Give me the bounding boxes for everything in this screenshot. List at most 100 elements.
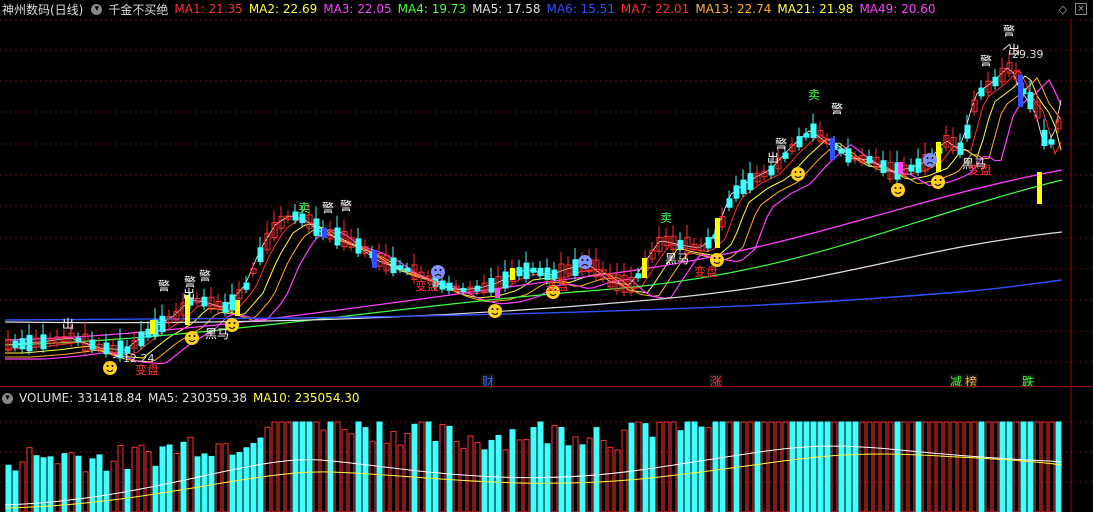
volume-ma5: MA5: 230359.38 [148,391,247,405]
candle [978,87,985,97]
volume-bar [999,421,1006,512]
volume-bar [642,423,649,512]
volume-bar [887,421,894,512]
volume-bar [516,439,523,512]
volume-bar [684,421,691,512]
candle [572,259,579,276]
volume-bar [789,421,796,512]
ma-label-0: MA1: 21.35 [174,2,243,16]
ma-label-6: MA7: 22.01 [620,2,690,16]
candle [12,340,19,349]
volume-bar [117,444,124,512]
volume-bar [691,421,698,512]
candle [159,315,166,333]
volume-bar [908,421,915,512]
volume-bar [866,421,873,512]
candle [404,267,411,272]
ma-line [5,69,1062,355]
volume-bar [831,421,838,512]
volume-bar [649,436,656,512]
close-icon[interactable]: × [1075,3,1087,15]
volume-bar [173,452,180,512]
volume-bar [439,424,446,512]
volume-bar [257,437,264,512]
candle [257,247,264,263]
volume-bar [26,447,33,512]
volume-bar [901,421,908,512]
volume-bar [61,453,68,512]
volume-bar [824,421,831,512]
volume-dropdown-icon[interactable]: ▾ [2,392,13,404]
volume-bar [530,427,537,512]
volume-bar [957,421,964,512]
sad-face-icon [923,153,937,167]
volume-bar [852,421,859,512]
main-header: 神州数码(日线) ▾ 千金不买绝 MA1: 21.35 MA2: 22.69 MA3… [0,0,1093,18]
volume-bar [775,421,782,512]
candle [488,278,495,293]
kline-chart[interactable]: 警警警警 警警警警警卖卖卖出出出出黑马黑马黑马变盘变盘 变盘变盘变盘29.3912.… [0,0,1093,512]
volume-bar [481,449,488,512]
volume-bar [859,421,866,512]
candle [880,160,887,173]
out-marker: 出 [62,317,74,331]
candle [460,287,467,292]
volume-bar [1013,421,1020,512]
candle [908,164,915,172]
volume-bar [222,443,229,512]
candle [866,156,873,164]
volume-bar [509,429,516,512]
candle [75,337,82,343]
ma-label-1: MA2: 22.69 [248,2,318,16]
volume-bar [383,442,390,512]
volume-bar [943,421,950,512]
volume-bar [635,421,642,512]
black-horse-marker: 黑马 [665,252,689,266]
candle [747,173,754,190]
smiley-icon [103,361,117,375]
volume-bar [110,460,117,512]
candle [768,165,775,176]
candle [397,265,404,270]
volume-bar [152,465,159,512]
dropdown-icon[interactable]: ▾ [91,3,103,15]
volume-bar [103,470,110,512]
volume-bar [320,429,327,512]
volume-bar [285,421,292,512]
indicator-name[interactable]: 千金不买绝 [108,1,168,18]
volume-bar [712,421,719,512]
warn-marker: 警 [340,198,352,213]
volume-bar [894,421,901,512]
candle [1027,92,1034,110]
candle [838,148,845,154]
volume-bar [747,421,754,512]
volume-bar [54,463,61,512]
black-horse-marker: 黑马 [205,327,229,341]
volume-bar [390,431,397,512]
volume-bar [838,421,845,512]
diamond-icon[interactable]: ◇ [1057,3,1069,16]
volume-bar [915,421,922,512]
warn-marker: 警 [199,268,211,283]
warn-marker: 警 [831,101,843,116]
candle [26,334,33,352]
ma-label-7: MA13: 22.74 [695,2,772,16]
candle [957,142,964,155]
candle [551,269,558,279]
candle [222,301,229,313]
volume-bar [572,436,579,512]
volume-bar [89,458,96,512]
volume-ma10: MA10: 235054.30 [252,391,360,405]
candle [355,238,362,254]
change-marker: 变盘 [694,264,718,279]
volume-bar [523,439,530,512]
volume-bar [1020,421,1027,512]
candle [915,158,922,173]
volume-bar [313,421,320,512]
volume-bar [985,421,992,512]
candle [138,331,145,347]
volume-bar [502,449,509,512]
warn-marker: 警 [775,136,787,151]
signal-bar [322,228,327,238]
candle [1041,129,1048,147]
